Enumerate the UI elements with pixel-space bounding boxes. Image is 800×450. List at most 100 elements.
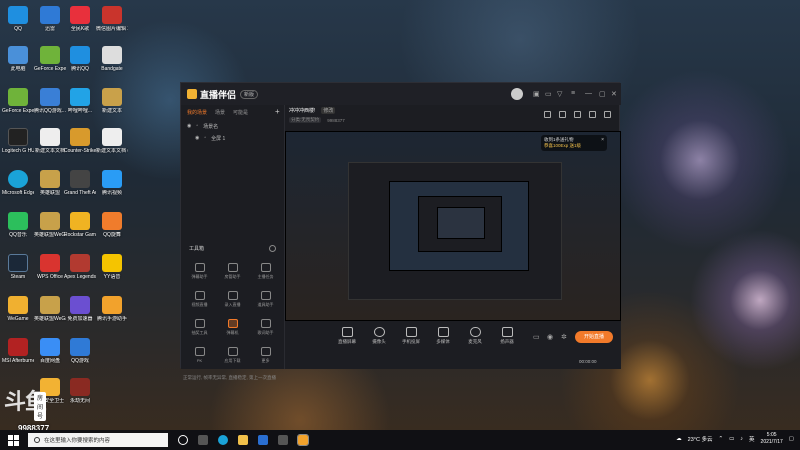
camera-button[interactable]: 摄像头 — [367, 327, 391, 345]
tool-danmu[interactable]: 弹幕助手 — [183, 261, 216, 285]
mail-icon[interactable] — [278, 435, 288, 445]
desktop-icon-accelerator[interactable]: 免费加速器 — [64, 296, 96, 322]
eye-icon[interactable]: ◉ — [187, 123, 191, 129]
category-label[interactable]: 分类:无畏契约 — [289, 117, 322, 123]
desktop-icon-lol-wegame[interactable]: 英雄联盟WeGame版 — [34, 212, 66, 238]
start-live-button[interactable]: 开始直播 — [575, 331, 613, 343]
settings-icon[interactable]: ▽ — [557, 90, 562, 98]
menu-icon[interactable]: ≡ — [571, 90, 575, 97]
desktop-icon-logitech[interactable]: Logitech G HUB — [2, 128, 34, 154]
desktop-icon-naraka[interactable]: 永劫无间 — [64, 378, 96, 404]
desktop-icon-quanmin[interactable]: 全民K歌 — [64, 6, 96, 32]
edge-icon[interactable] — [218, 435, 228, 445]
desktop-icon-lol-wegame-2[interactable]: 英雄联盟WeGame版 — [34, 296, 66, 322]
desktop-icon-qq[interactable]: QQ — [2, 6, 34, 32]
settings-gear-icon[interactable]: ✲ — [561, 333, 567, 341]
desktop-icon-tencent-qq[interactable]: 腾讯QQ — [64, 46, 96, 72]
tray-arrow-icon[interactable]: ⌃ — [718, 436, 723, 442]
desktop-icon-edge[interactable]: Microsoft Edge — [2, 170, 34, 196]
desktop-icon-geforce[interactable]: GeForce Experience — [34, 46, 66, 72]
lock-icon[interactable]: ▫ — [196, 123, 198, 129]
tool-video[interactable]: 视频直播 — [183, 289, 216, 313]
taskbar-search[interactable]: 在这里输入你要搜索的内容 — [28, 433, 168, 447]
desktop-icon-qq-game[interactable]: 腾讯QQ游戏... — [34, 88, 66, 114]
desktop-icon-tencent-video[interactable]: 腾讯视频 — [96, 170, 128, 196]
desktop-icon-bilibili[interactable]: 哔哩哔哩... — [64, 88, 96, 114]
microphone-button[interactable]: 麦克风 — [463, 327, 487, 345]
desktop-icon-yy[interactable]: YY语音 — [96, 254, 128, 280]
tool-record[interactable]: 录入直播 — [216, 289, 249, 313]
start-button[interactable] — [6, 433, 20, 447]
desktop-icon-wegame[interactable]: WeGame — [2, 296, 34, 322]
share-screen-icon[interactable] — [574, 111, 581, 118]
stream-preview[interactable]: 收到1条送礼物 恭喜100Exp 送1级 × — [285, 131, 621, 321]
add-scene-icon[interactable]: + — [275, 107, 280, 116]
desktop-icon-this-pc[interactable]: 此电脑 — [2, 46, 34, 72]
screen-capture-button[interactable]: 直播屏幕 — [335, 327, 359, 345]
tool-lyrics[interactable]: 歌词助手 — [249, 317, 282, 341]
desktop-icon-rockstar[interactable]: Rockstar Games... — [64, 212, 96, 238]
store-icon[interactable] — [258, 435, 268, 445]
desktop-icon-gta[interactable]: Grand Theft Auto V — [64, 170, 96, 196]
desktop-icon-qq-dance[interactable]: QQ旋舞 — [96, 212, 128, 238]
network-icon[interactable]: ▭ — [729, 436, 734, 442]
desktop-icon-nvidia[interactable]: GeForce Experience — [2, 88, 34, 114]
desktop-icon-kge[interactable]: 迅雷 — [34, 6, 66, 32]
camera-toggle-icon[interactable]: ▭ — [533, 333, 540, 341]
tool-pk[interactable]: PK — [183, 345, 216, 369]
streaming-app-task-icon[interactable] — [297, 434, 309, 446]
tool-task[interactable]: 主播任务 — [249, 261, 282, 285]
edit-title-button[interactable]: 修改 — [321, 106, 336, 114]
desktop-icon-baidu-pan[interactable]: 百度网盘 — [34, 338, 66, 364]
desktop-icon-apex[interactable]: Apex Legends — [64, 254, 96, 280]
desktop-icon-msi[interactable]: MSI Afterburner — [2, 338, 34, 364]
desktop-icon-bandgate[interactable]: Bandgate — [96, 46, 128, 72]
avatar[interactable] — [511, 88, 523, 100]
desktop-icon-csgo[interactable]: Counter-Strike Global... — [64, 128, 96, 154]
desktop-icon-wps[interactable]: WPS Office — [34, 254, 66, 280]
desktop-icon-qq-games[interactable]: QQ游戏 — [64, 338, 96, 364]
desktop-icon-textdoc[interactable]: 新建文本文档 — [34, 128, 66, 154]
desktop-icon-mobile-assistant[interactable]: 腾讯手游助手 — [96, 296, 128, 322]
message-icon[interactable]: ▭ — [545, 90, 552, 98]
close-notification-icon[interactable]: × — [601, 137, 604, 143]
lock-icon[interactable]: ▫ — [204, 135, 206, 141]
speaker-button[interactable]: 扬声器 — [495, 327, 519, 345]
desktop-icon-image[interactable]: 微信图片编辑 2021071... — [96, 6, 128, 32]
weather-text[interactable]: 23°C 多云 — [688, 435, 713, 443]
toolbox-settings-icon[interactable] — [269, 245, 276, 252]
notification-icon[interactable]: ▢ — [789, 436, 794, 442]
desktop-icon-textdoc2[interactable]: 新建文本文档 (2) — [96, 128, 128, 154]
widgets-icon[interactable] — [198, 435, 208, 445]
desktop-icon-steam[interactable]: Steam — [2, 254, 34, 280]
preview-toggle-icon[interactable]: ◉ — [547, 333, 553, 341]
maximize-icon[interactable]: ▢ — [599, 90, 606, 98]
desktop-icon-textfile[interactable]: 新建文本 — [96, 88, 128, 114]
eye-icon[interactable]: ◉ — [195, 135, 199, 141]
skin-icon[interactable]: ▣ — [533, 90, 540, 98]
file-explorer-icon[interactable] — [238, 435, 248, 445]
tool-lottery[interactable]: 抽奖工具 — [183, 317, 216, 341]
scene-item[interactable]: ◉ ▫ 场景名 — [181, 120, 284, 132]
tool-download[interactable]: 应用下载 — [216, 345, 249, 369]
lock-icon[interactable] — [559, 111, 566, 118]
tab-other[interactable]: 可能是 — [233, 109, 248, 116]
version-badge[interactable]: 新版 — [240, 89, 259, 99]
share-icon[interactable] — [604, 111, 611, 118]
tab-scenes[interactable]: 场景 — [215, 109, 225, 116]
clock[interactable]: 5:05 2021/7/17 — [761, 432, 783, 446]
bell-icon[interactable] — [589, 111, 596, 118]
tool-danmu-machine[interactable]: 弹幕机 — [216, 317, 249, 341]
volume-icon[interactable]: ♪ — [740, 436, 743, 442]
gift-box-icon[interactable] — [544, 111, 551, 118]
scene-source-item[interactable]: ◉ ▫ 全屏 1 — [181, 132, 284, 144]
tool-more[interactable]: 更多 — [249, 345, 282, 369]
media-button[interactable]: 多媒体 — [431, 327, 455, 345]
tab-my-scenes[interactable]: 我的场景 — [187, 109, 207, 116]
weather-icon[interactable]: ☁ — [676, 436, 682, 442]
task-view-icon[interactable] — [178, 435, 188, 445]
phone-cast-button[interactable]: 手机投屏 — [399, 327, 423, 345]
desktop-icon-lol[interactable]: 英雄联盟 — [34, 170, 66, 196]
close-icon[interactable]: ✕ — [611, 90, 617, 98]
desktop-icon-qq-music[interactable]: QQ音乐 — [2, 212, 34, 238]
